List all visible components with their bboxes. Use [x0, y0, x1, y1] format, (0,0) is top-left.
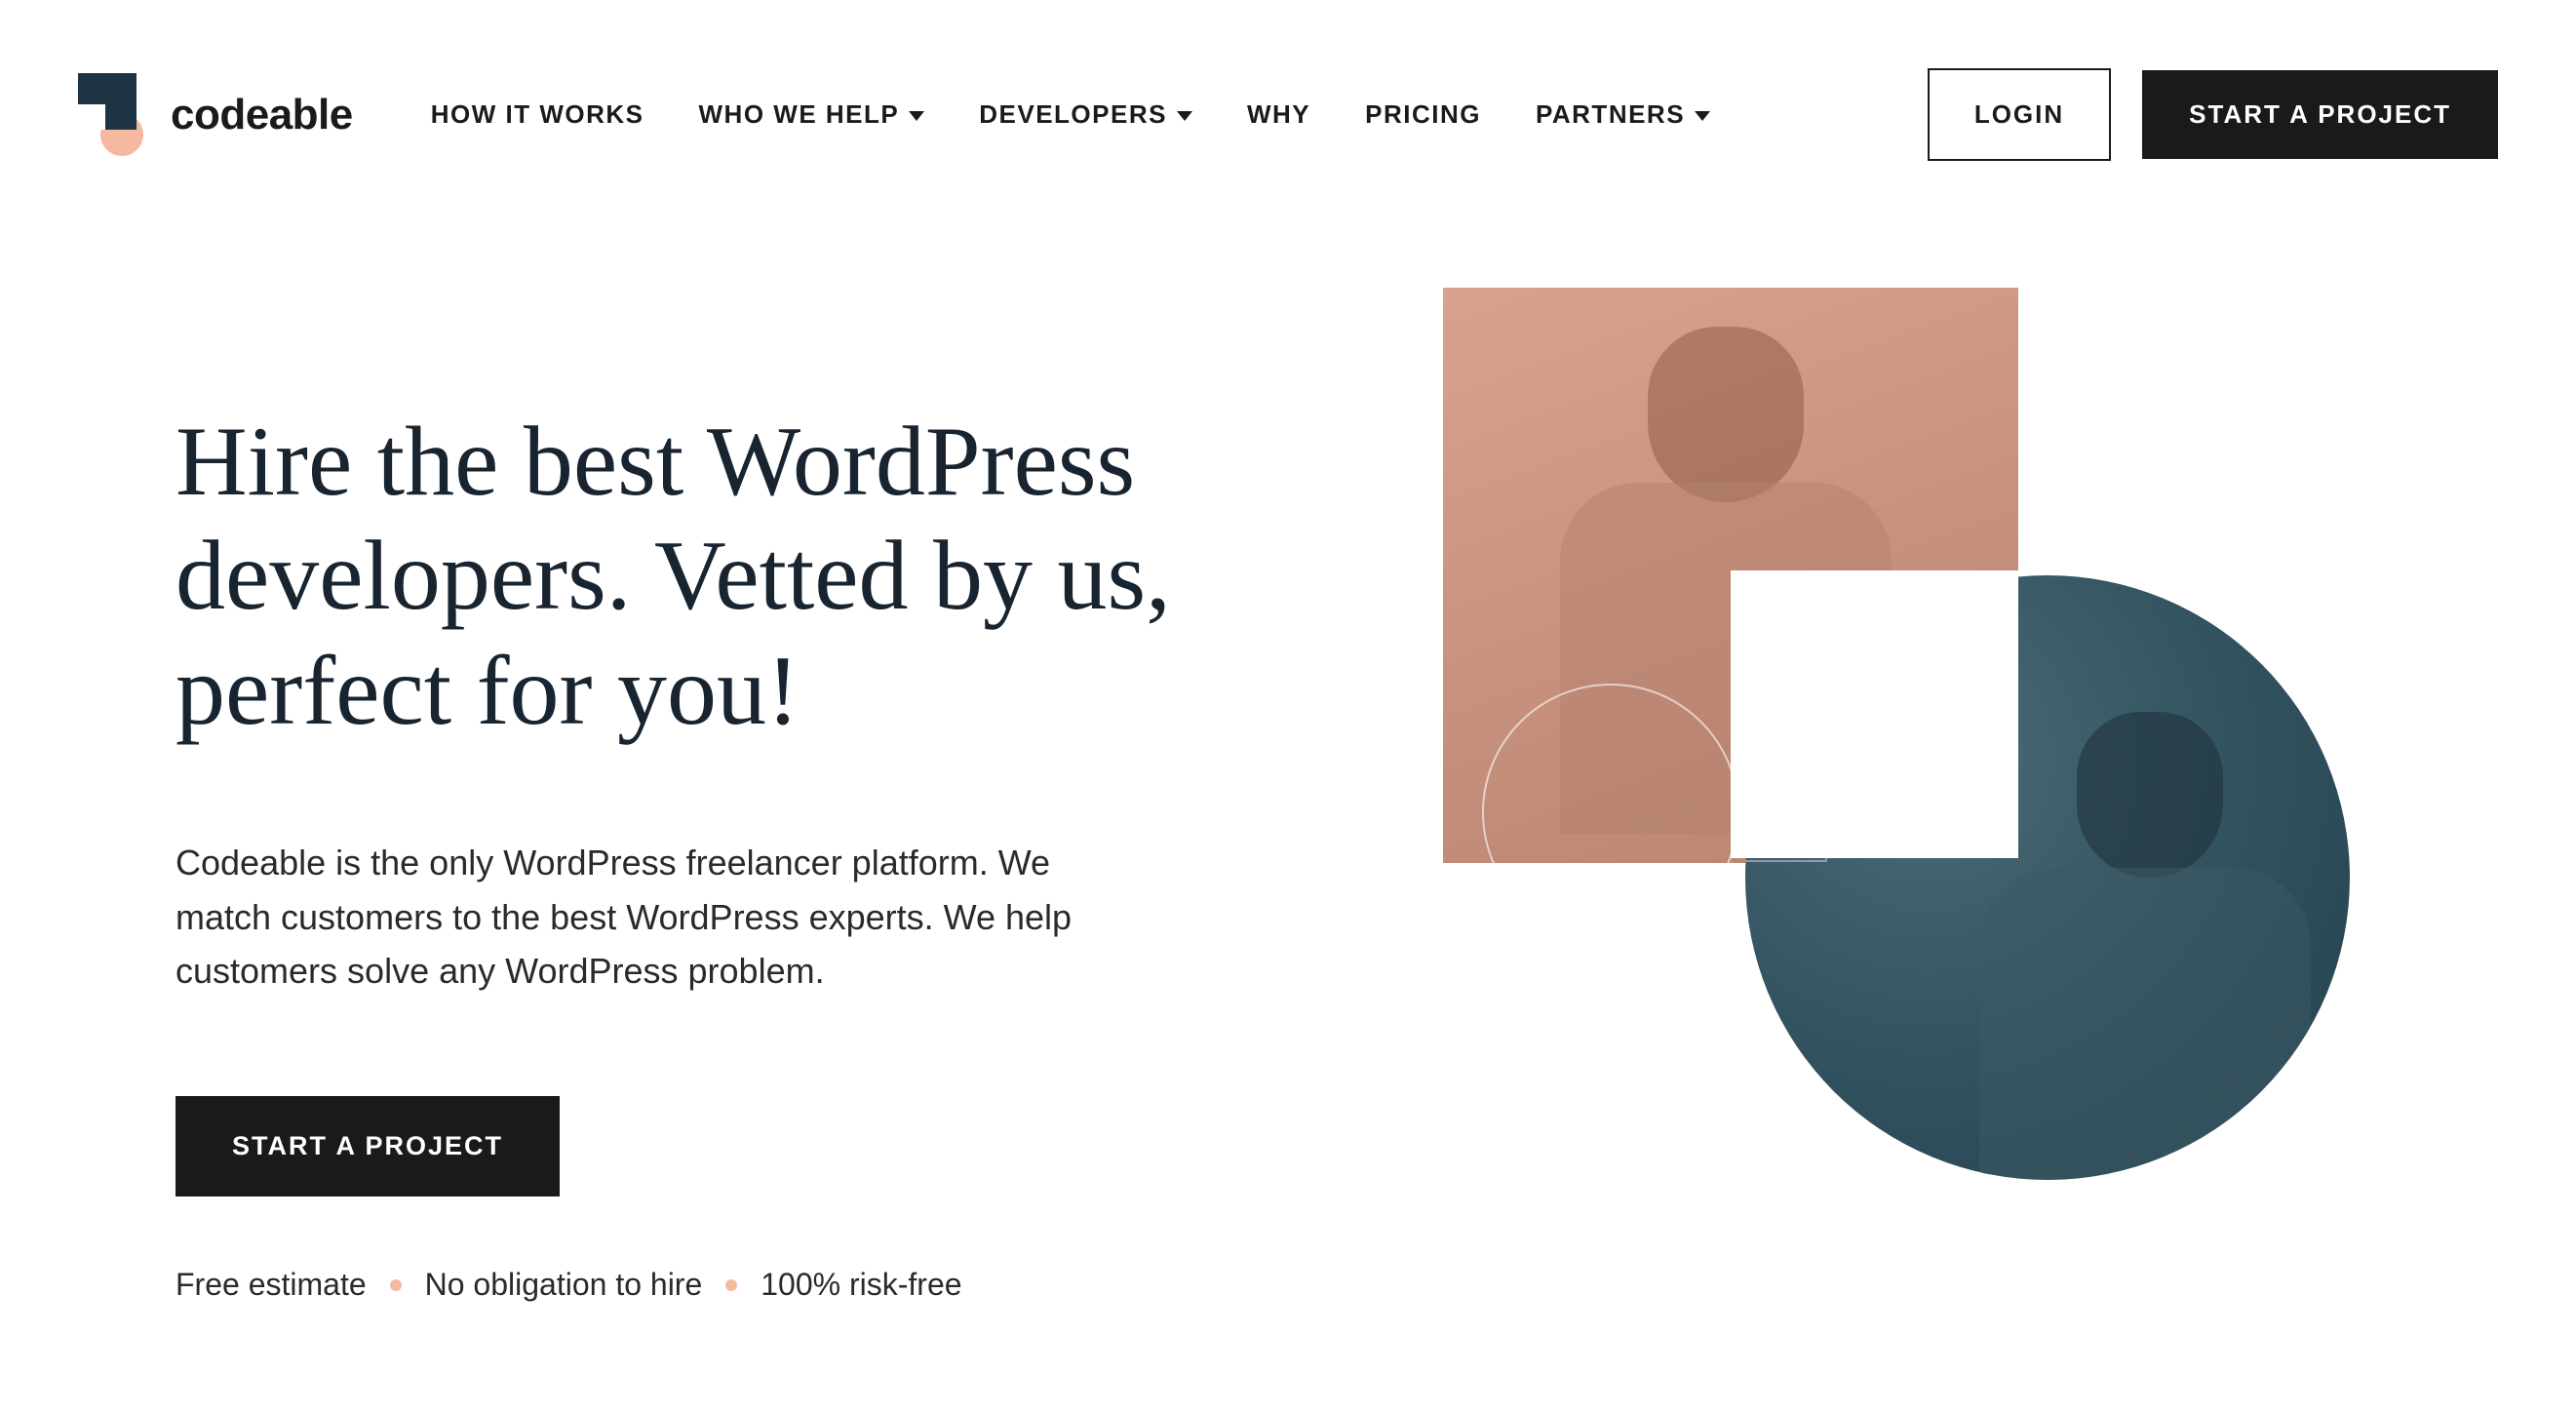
hero-white-square-accent: [1731, 570, 2018, 858]
login-button[interactable]: LOGIN: [1928, 68, 2111, 161]
benefit-item: No obligation to hire: [425, 1267, 703, 1303]
logo-mark-icon: [78, 73, 151, 156]
nav-developers[interactable]: DEVELOPERS: [979, 99, 1192, 130]
logo-text: codeable: [171, 91, 353, 139]
nav-label: WHO WE HELP: [699, 99, 900, 130]
benefit-item: 100% risk-free: [761, 1267, 961, 1303]
benefit-item: Free estimate: [176, 1267, 367, 1303]
hero-section: Hire the best WordPress developers. Vett…: [78, 405, 2498, 1303]
header-actions: LOGIN START A PROJECT: [1928, 68, 2498, 161]
site-header: codeable HOW IT WORKS WHO WE HELP DEVELO…: [78, 68, 2498, 161]
nav-label: PARTNERS: [1536, 99, 1685, 130]
nav-partners[interactable]: PARTNERS: [1536, 99, 1710, 130]
hero-cta-button[interactable]: START A PROJECT: [176, 1096, 560, 1196]
hero-description: Codeable is the only WordPress freelance…: [176, 836, 1092, 999]
start-project-button[interactable]: START A PROJECT: [2142, 70, 2498, 159]
chevron-down-icon: [909, 111, 924, 121]
hero-content: Hire the best WordPress developers. Vett…: [176, 405, 1268, 1303]
nav-label: PRICING: [1365, 99, 1481, 130]
chevron-down-icon: [1695, 111, 1710, 121]
bullet-icon: [390, 1279, 402, 1291]
main-nav: HOW IT WORKS WHO WE HELP DEVELOPERS WHY …: [431, 99, 1710, 130]
logo[interactable]: codeable: [78, 73, 353, 156]
person-photo-icon: [1999, 712, 2291, 1180]
nav-how-it-works[interactable]: HOW IT WORKS: [431, 99, 644, 130]
hero-title: Hire the best WordPress developers. Vett…: [176, 405, 1268, 748]
nav-label: HOW IT WORKS: [431, 99, 644, 130]
nav-label: WHY: [1247, 99, 1310, 130]
nav-why[interactable]: WHY: [1247, 99, 1310, 130]
nav-label: DEVELOPERS: [979, 99, 1167, 130]
chevron-down-icon: [1177, 111, 1192, 121]
hero-graphic: [1346, 405, 2498, 1303]
hero-benefits: Free estimate No obligation to hire 100%…: [176, 1267, 1268, 1303]
nav-pricing[interactable]: PRICING: [1365, 99, 1481, 130]
bullet-icon: [725, 1279, 737, 1291]
nav-who-we-help[interactable]: WHO WE HELP: [699, 99, 925, 130]
